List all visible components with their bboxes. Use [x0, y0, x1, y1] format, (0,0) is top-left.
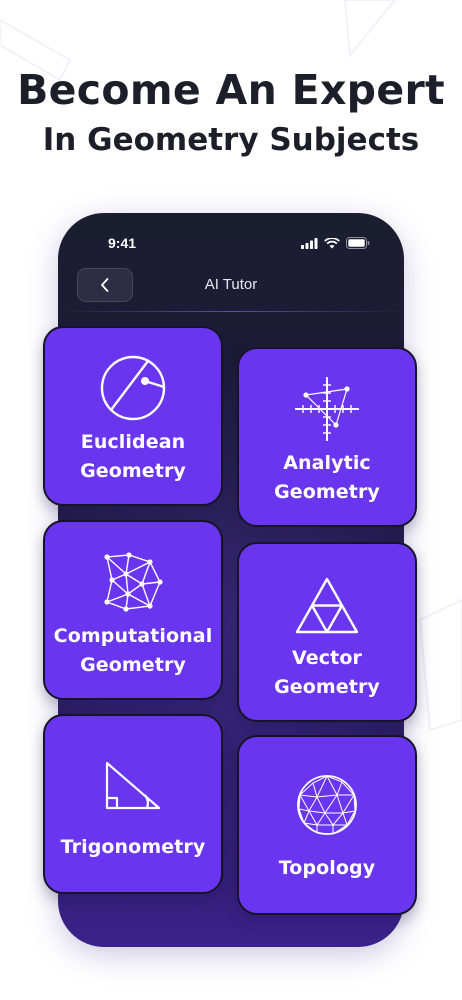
subject-card-topology[interactable]: Topology [237, 735, 417, 915]
mesh-network-icon [104, 552, 163, 612]
header-divider [58, 311, 404, 312]
subject-label-text: Computational Geometry [53, 625, 213, 676]
subject-label-text: Vector Geometry [274, 647, 380, 698]
subject-card-euclidean-geometry[interactable]: Euclidean Geometry [43, 326, 223, 506]
subject-label: Euclidean Geometry [45, 428, 221, 486]
circle-chord-icon [100, 355, 166, 421]
right-triangle-icon [105, 761, 161, 810]
signal-icon [301, 237, 318, 249]
battery-icon [346, 237, 370, 249]
subject-label-text: Topology [278, 857, 376, 879]
headline-line-1: Become An Expert [17, 66, 445, 114]
screen-title: AI Tutor [204, 276, 258, 293]
subject-label-text: Analytic Geometry [274, 452, 380, 503]
headline: Become An Expert In Geometry Subjects [0, 64, 462, 162]
subject-card-vector-geometry[interactable]: Vector Geometry [237, 542, 417, 722]
subject-label: Vector Geometry [239, 644, 415, 702]
subject-label: Analytic Geometry [239, 449, 415, 507]
status-time: 9:41 [108, 235, 137, 251]
subject-label-text: Euclidean Geometry [80, 431, 186, 482]
coordinate-plane-icon [295, 377, 359, 441]
status-icons [301, 237, 370, 249]
subject-card-analytic-geometry[interactable]: Analytic Geometry [237, 347, 417, 527]
subject-card-computational-geometry[interactable]: Computational Geometry [43, 520, 223, 700]
wireframe-sphere-icon [297, 774, 357, 835]
wifi-icon [324, 237, 340, 248]
headline-line-2: In Geometry Subjects [42, 122, 420, 158]
subject-label: Topology [239, 854, 415, 883]
subject-card-trigonometry[interactable]: Trigonometry [43, 714, 223, 894]
subject-label: Computational Geometry [45, 622, 221, 680]
subject-label: Trigonometry [45, 833, 221, 862]
subject-label-text: Trigonometry [60, 836, 206, 858]
triangle-subdivided-icon [295, 577, 359, 634]
